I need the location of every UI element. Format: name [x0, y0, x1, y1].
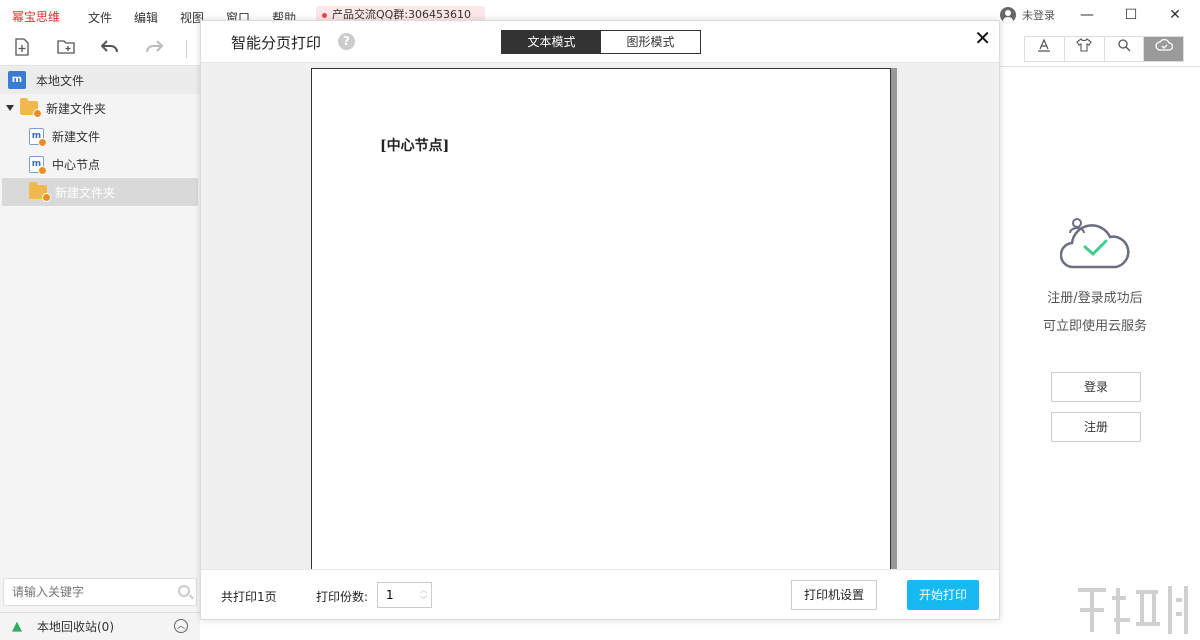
menu-edit[interactable]: 编辑	[134, 9, 158, 26]
tree-item-label: 中心节点	[52, 157, 101, 172]
site-watermark-logo	[1078, 586, 1188, 634]
printer-settings-button[interactable]: 打印机设置	[791, 580, 877, 610]
register-button[interactable]: 注册	[1051, 412, 1141, 442]
local-files-header[interactable]: m 本地文件	[0, 66, 200, 94]
cloud-tab-icon[interactable]	[1144, 37, 1183, 61]
new-file-icon[interactable]	[11, 38, 33, 60]
start-print-button[interactable]: 开始打印	[907, 580, 979, 610]
right-panel-tabs	[1024, 36, 1184, 62]
login-button[interactable]: 登录	[1051, 372, 1141, 402]
user-status-label: 未登录	[1022, 9, 1055, 22]
cloud-message-line1: 注册/登录成功后	[1047, 291, 1143, 306]
tree-file-center-node[interactable]: m 中心节点	[0, 150, 200, 178]
close-window-button[interactable]: ✕	[1160, 4, 1190, 26]
new-folder-icon[interactable]	[55, 38, 77, 60]
local-files-icon: m	[8, 71, 26, 89]
sidebar-search	[3, 578, 197, 606]
mindmap-file-icon: m	[29, 127, 47, 147]
dialog-footer: 共打印1页 打印份数: ︿﹀ 打印机设置 开始打印	[201, 569, 999, 619]
tab-graphic-mode[interactable]: 图形模式	[601, 31, 700, 53]
cloud-message-line2: 可立即使用云服务	[1042, 319, 1147, 334]
menu-file[interactable]: 文件	[88, 9, 112, 26]
tree-folder-root[interactable]: 新建文件夹	[0, 94, 200, 122]
tree-folder-selected[interactable]: 新建文件夹	[2, 178, 198, 206]
copies-label: 打印份数:	[316, 590, 369, 604]
redo-icon[interactable]	[143, 38, 165, 60]
recycle-bin-label: 本地回收站(0)	[37, 620, 114, 634]
tree-item-label: 新建文件夹	[46, 101, 107, 116]
search-input[interactable]	[4, 579, 164, 605]
tree-item-label: 新建文件夹	[55, 185, 116, 200]
app-brand: 幂宝思维	[12, 10, 61, 24]
dialog-header: 智能分页打印 ? 文本模式 图形模式 ✕	[201, 21, 999, 63]
recycle-icon: ▲	[12, 618, 22, 634]
tab-text-mode[interactable]: 文本模式	[502, 31, 601, 53]
chevron-up-icon[interactable]: ︿	[174, 619, 188, 633]
tree-item-label: 新建文件	[52, 129, 101, 144]
user-avatar-icon	[1000, 7, 1016, 23]
app-window: 幂宝思维 文件 编辑 视图 窗口 帮助 产品交流QQ群:306453610 未登…	[0, 0, 1200, 640]
caret-down-icon[interactable]	[6, 105, 14, 111]
dialog-title: 智能分页打印	[231, 34, 322, 52]
smart-print-dialog: 智能分页打印 ? 文本模式 图形模式 ✕ [中心节点] 共打印1页 打印份数: …	[200, 20, 1000, 620]
total-pages-label: 共打印1页	[221, 590, 277, 604]
search-tab-icon[interactable]	[1105, 37, 1145, 61]
search-icon[interactable]	[178, 585, 190, 597]
stepper-arrows-icon[interactable]: ︿ ﹀	[420, 585, 427, 605]
mindmap-file-icon: m	[29, 155, 47, 175]
mode-switch: 文本模式 图形模式	[501, 30, 701, 54]
maximize-button[interactable]: ☐	[1116, 4, 1146, 26]
folder-icon	[20, 98, 42, 118]
close-icon[interactable]: ✕	[974, 26, 991, 50]
cloud-panel: 注册/登录成功后 可立即使用云服务 登录 注册	[1000, 66, 1200, 640]
tree-file-new[interactable]: m 新建文件	[0, 122, 200, 150]
text-style-tab-icon[interactable]	[1025, 37, 1065, 61]
theme-shirt-tab-icon[interactable]	[1065, 37, 1105, 61]
help-icon[interactable]: ?	[338, 33, 355, 50]
user-status[interactable]: 未登录	[1000, 7, 1055, 23]
folder-icon	[29, 182, 51, 202]
print-preview-area[interactable]: [中心节点]	[201, 63, 999, 569]
sidebar: m 本地文件 新建文件夹 m 新建文件 m 中心节点 新建文件夹 ▲ 本地回收站…	[0, 66, 200, 640]
cloud-check-icon	[1060, 218, 1130, 269]
toolbar-divider	[186, 40, 187, 58]
copies-input[interactable]	[378, 583, 414, 607]
recycle-bin[interactable]: ▲ 本地回收站(0) ︿	[0, 612, 200, 640]
copies-stepper: ︿﹀	[377, 582, 432, 608]
undo-icon[interactable]	[99, 38, 121, 60]
preview-page-text: [中心节点]	[380, 138, 450, 154]
minimize-button[interactable]: —	[1072, 4, 1102, 26]
preview-page: [中心节点]	[311, 68, 891, 569]
toolbar	[0, 32, 200, 66]
local-files-label: 本地文件	[36, 73, 85, 88]
